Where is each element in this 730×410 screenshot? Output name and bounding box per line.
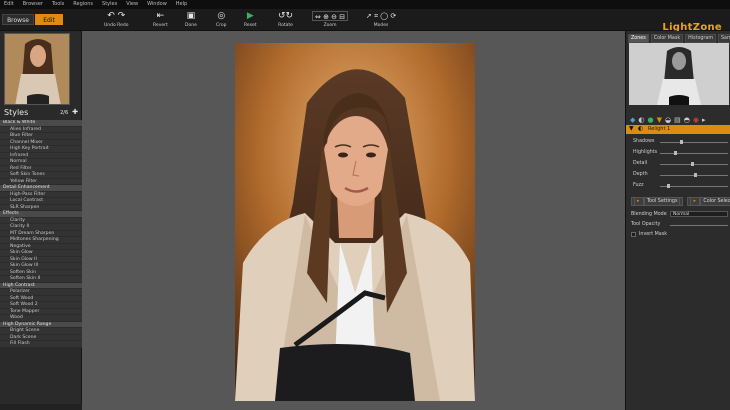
right-tabs: Zones Color Mask Histogram Sampler xyxy=(628,34,730,43)
tool-opacity-label: Tool Opacity xyxy=(631,222,661,227)
edit-mode-button[interactable]: Edit xyxy=(35,14,63,25)
rotate-icon: ↺↻ xyxy=(278,11,294,21)
tools-panel: Zones Color Mask Histogram Sampler ◆ ◐ ●… xyxy=(625,31,730,410)
tab-sampler[interactable]: Sampler xyxy=(718,34,730,43)
menu-window[interactable]: Window xyxy=(147,0,167,9)
sharpen-tool-icon[interactable]: ◒ xyxy=(665,115,671,125)
revert-icon: ⇤ xyxy=(156,11,165,21)
slider-track[interactable] xyxy=(660,164,728,165)
modes-controls[interactable]: ➚ ⌗ ◯ ⟳ Modes xyxy=(366,11,396,28)
tab-zones[interactable]: Zones xyxy=(628,34,649,43)
slider-track[interactable] xyxy=(660,142,728,143)
zoom-icon: ⇔ ⊕ ⊖ ⊟ xyxy=(312,11,349,21)
relight-tool-label: Relight 1 xyxy=(648,126,671,132)
blur-tool-icon[interactable]: ▤ xyxy=(674,115,681,125)
styles-header: Styles 2/6 ✚ xyxy=(0,107,82,120)
slider-knob[interactable] xyxy=(690,162,694,166)
styles-panel: Styles 2/6 ✚ Black & White Alien Infrared B… xyxy=(0,31,82,410)
curves-tool-icon[interactable]: ▼ xyxy=(657,115,662,125)
settings-arrow-icon: ▸ xyxy=(634,197,644,206)
relight-tool-icon[interactable]: ◐ xyxy=(638,115,644,125)
tab-histogram[interactable]: Histogram xyxy=(685,34,717,43)
save-icon: ▣ xyxy=(186,11,196,21)
more-tools-icon[interactable]: ▸ xyxy=(702,115,706,125)
slider-track[interactable] xyxy=(660,153,728,154)
menu-help[interactable]: Help xyxy=(176,0,187,9)
undo-redo-button[interactable]: ↶ ↷ Undo Redo xyxy=(104,11,129,28)
slider-label: Shadows xyxy=(633,139,655,144)
slider-knob[interactable] xyxy=(694,173,697,177)
slider-label: Detail xyxy=(633,161,648,166)
reset-button[interactable]: ▶ Reset xyxy=(244,11,257,28)
menu-bar: Edit Browser Tools Regions Styles View W… xyxy=(0,0,730,9)
crop-icon: ◎ xyxy=(217,11,226,21)
menu-edit[interactable]: Edit xyxy=(4,0,14,9)
styles-list[interactable]: Black & White Alien Infrared Blue Filter Ch… xyxy=(0,120,82,403)
collapse-arrow-icon[interactable]: ▼ xyxy=(629,125,634,132)
styles-scrollbar[interactable] xyxy=(0,404,82,410)
relight-icon: ◐ xyxy=(638,125,644,132)
redeye-tool-icon[interactable]: ◉ xyxy=(693,115,699,125)
crop-button[interactable]: ◎ Crop xyxy=(216,11,227,28)
style-item[interactable]: Fill Flash xyxy=(0,341,82,348)
reset-icon: ▶ xyxy=(246,11,254,21)
menu-regions[interactable]: Regions xyxy=(73,0,93,9)
styles-add-button[interactable]: 2/6 ✚ xyxy=(60,108,78,116)
zoom-controls[interactable]: ⇔ ⊕ ⊖ ⊟ Zoom xyxy=(312,11,349,28)
rotate-button[interactable]: ↺↻ Rotate xyxy=(278,11,293,28)
blending-mode-select[interactable]: Normal xyxy=(670,211,728,217)
zone-preview xyxy=(629,43,729,105)
image-canvas[interactable] xyxy=(82,31,625,410)
done-button[interactable]: ▣ Done xyxy=(185,11,197,28)
settings-tabs: ▸ Tool Settings ▸ Color Selection xyxy=(631,197,730,206)
relight-tool-header[interactable]: ▼ ◐ Relight 1 xyxy=(626,125,730,134)
slider-label: Depth xyxy=(633,172,648,177)
styles-title: Styles xyxy=(4,108,29,117)
edited-photo[interactable] xyxy=(235,43,475,401)
revert-button[interactable]: ⇤ Revert xyxy=(153,11,168,28)
slider-knob[interactable] xyxy=(673,151,677,155)
menu-styles[interactable]: Styles xyxy=(102,0,117,9)
blending-mode-label: Blending Mode xyxy=(631,212,667,217)
menu-view[interactable]: View xyxy=(126,0,138,9)
invert-mask-checkbox[interactable] xyxy=(631,232,636,237)
menu-browser[interactable]: Browser xyxy=(23,0,43,9)
invert-mask-label: Invert Mask xyxy=(639,232,667,237)
noise-tool-icon[interactable]: ◓ xyxy=(684,115,690,125)
undo-redo-icon: ↶ ↷ xyxy=(107,11,126,21)
image-thumbnail[interactable] xyxy=(4,33,70,105)
select-tool-icon: ➚ ⌗ ◯ ⟳ xyxy=(366,12,397,20)
slider-track[interactable] xyxy=(660,186,728,187)
styles-count: 2/6 xyxy=(60,110,69,116)
color-tool-icon[interactable]: ● xyxy=(648,115,654,125)
opacity-slider[interactable] xyxy=(670,225,728,226)
tab-tool-settings[interactable]: ▸ Tool Settings xyxy=(631,197,684,206)
plus-icon: ✚ xyxy=(72,108,78,116)
slider-knob[interactable] xyxy=(666,184,670,188)
menu-tools[interactable]: Tools xyxy=(52,0,64,9)
main-toolbar: Browse Edit ↶ ↷ Undo Redo ⇤ Revert ▣ Don… xyxy=(0,9,730,33)
slider-knob[interactable] xyxy=(680,140,684,144)
slider-label: Fuzz xyxy=(633,183,644,188)
slider-label: Highlights xyxy=(633,150,658,155)
zone-tool-icon[interactable]: ◆ xyxy=(630,115,635,125)
tab-color-selection[interactable]: ▸ Color Selection xyxy=(687,197,730,206)
color-arrow-icon: ▸ xyxy=(690,197,701,206)
tab-color-mask[interactable]: Color Mask xyxy=(650,34,684,43)
browse-mode-button[interactable]: Browse xyxy=(2,14,34,25)
